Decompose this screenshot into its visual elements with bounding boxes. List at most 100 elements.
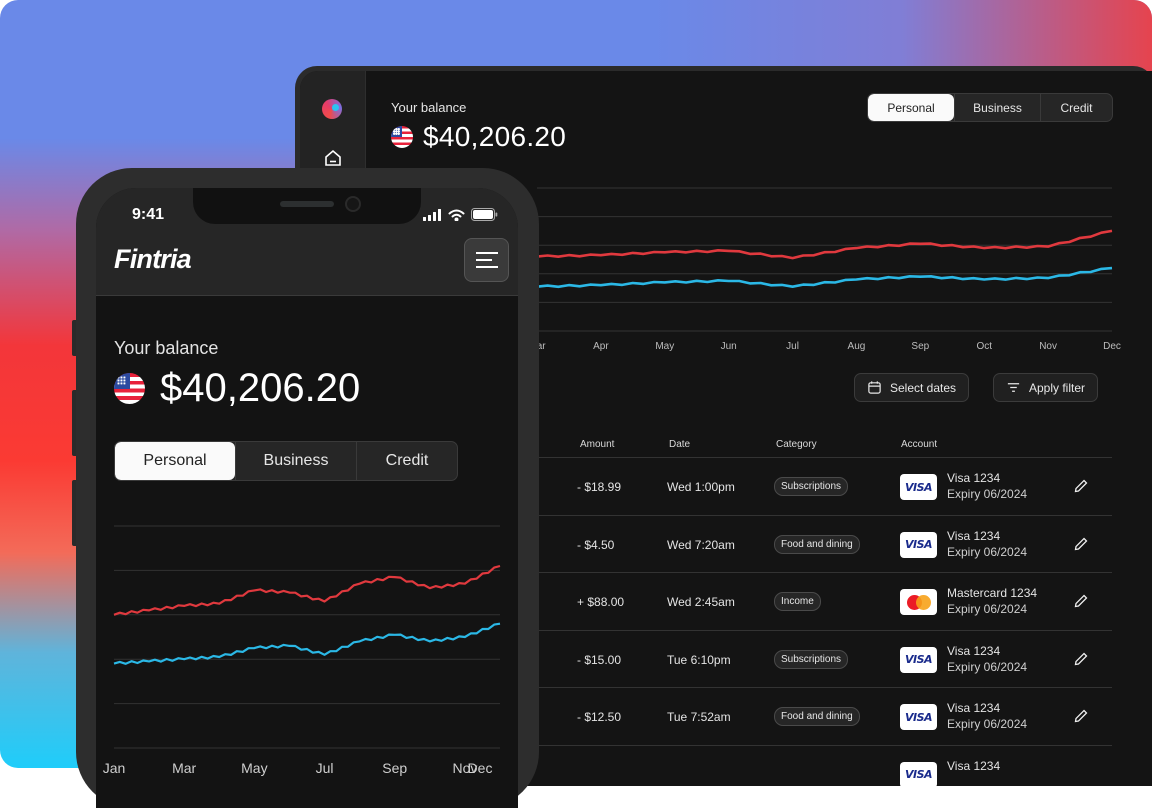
phone-camera: [345, 196, 361, 212]
x-axis-label: Mar: [172, 760, 197, 776]
series-line-red: [536, 229, 1113, 260]
x-axis-label: Aug: [847, 341, 866, 352]
visa-logo: VISA: [904, 768, 933, 781]
phone-mockup: 9:41 Fintria Your balance $40,206.20 Per…: [76, 168, 539, 808]
column-header-category[interactable]: Category: [776, 439, 817, 450]
visa-logo: VISA: [904, 653, 933, 666]
account-info: Visa 1234 Expiry 06/2024: [947, 528, 1027, 560]
app-brand-logo[interactable]: Fintria: [114, 244, 192, 275]
x-axis-label: Sep: [911, 341, 930, 352]
transaction-row[interactable]: - $12.50 Tue 7:52am Food and dining VISA Vis…: [537, 687, 1112, 745]
phone-balance-label: Your balance: [114, 338, 219, 358]
account-name: Visa 1234: [947, 528, 1001, 543]
edit-icon[interactable]: [1073, 651, 1089, 667]
category-badge[interactable]: Subscriptions: [774, 649, 849, 669]
hamburger-menu-icon: [475, 252, 498, 268]
x-axis-label: Dec: [467, 760, 493, 776]
phone-segment-business[interactable]: Business: [235, 442, 356, 480]
segment-personal[interactable]: Personal: [868, 94, 954, 121]
visa-card-icon: VISA: [900, 474, 937, 500]
account-info: Visa 1234 Expiry 06/2024: [947, 643, 1027, 675]
select-dates-button[interactable]: Select dates: [854, 373, 970, 402]
account-name: Visa 1234: [947, 643, 1001, 658]
phone-segment-credit[interactable]: Credit: [356, 442, 457, 480]
balance-value: $40,206.20: [423, 121, 567, 152]
transaction-row[interactable]: - $15.00 Tue 6:10pm Subscriptions VISA Visa …: [537, 629, 1112, 688]
x-axis-label: Oct: [976, 341, 992, 352]
transaction-row[interactable]: + $88.00 Wed 2:45am Income Mastercard 1234 E…: [537, 572, 1112, 630]
x-axis-label: May: [655, 341, 675, 352]
x-axis-label: Dec: [1103, 341, 1121, 352]
status-time: 9:41: [132, 206, 165, 223]
home-icon[interactable]: [324, 149, 342, 167]
account-type-segmented-control: Personal Business Credit: [867, 93, 1113, 122]
x-axis-label: Apr: [593, 341, 609, 352]
edit-icon[interactable]: [1073, 536, 1089, 552]
status-icons: [423, 208, 498, 221]
menu-button[interactable]: [464, 238, 509, 282]
phone-balance: $40,206.20: [114, 366, 360, 411]
x-axis-label: Sep: [382, 760, 408, 776]
app-logo-icon[interactable]: [322, 99, 342, 119]
x-axis-label: Nov: [1039, 341, 1058, 352]
segment-credit[interactable]: Credit: [1040, 94, 1112, 121]
account-name: Visa 1234: [947, 758, 1001, 773]
phone-balance-chart: Jan Mar May Jul Sep Nov Dec: [96, 518, 518, 808]
visa-card-icon: VISA: [900, 704, 937, 730]
visa-logo: VISA: [904, 480, 933, 494]
account-expiry: Expiry 06/2024: [947, 487, 1028, 501]
visa-card-icon: VISA: [900, 761, 937, 786]
phone-segment-personal[interactable]: Personal: [115, 442, 235, 480]
visa-logo: VISA: [904, 710, 933, 724]
series-line-blue: [113, 622, 501, 665]
transaction-row[interactable]: VISA Visa 1234: [537, 744, 1112, 786]
edit-icon[interactable]: [1073, 593, 1089, 609]
phone-header: 9:41 Fintria: [96, 188, 518, 296]
transaction-amount: - $18.99: [577, 480, 622, 494]
account-name: Visa 1234: [947, 701, 1001, 715]
filter-icon: [1007, 383, 1020, 392]
balance-label: Your balance: [391, 100, 467, 115]
category-badge[interactable]: Income: [774, 592, 821, 611]
battery-icon: [471, 208, 498, 221]
transaction-row[interactable]: - $18.99 Wed 1:00pm Subscriptions VISA Visa …: [537, 457, 1112, 515]
series-line-red: [113, 564, 501, 616]
transaction-row[interactable]: - $4.50 Wed 7:20am Food and dining VISA Visa…: [537, 514, 1112, 573]
series-line-blue: [536, 266, 1113, 289]
account-expiry: Expiry 06/2024: [947, 544, 1028, 559]
column-header-amount[interactable]: Amount: [580, 439, 614, 450]
balance: $40,206.20: [391, 121, 566, 153]
transaction-date: Wed 2:45am: [667, 595, 735, 609]
account-info: Visa 1234 Expiry 06/2024: [947, 700, 1027, 732]
category-badge[interactable]: Subscriptions: [774, 477, 849, 496]
x-axis-label: May: [241, 760, 268, 776]
transaction-date: Tue 6:10pm: [667, 652, 731, 667]
column-header-date[interactable]: Date: [669, 439, 690, 450]
phone-account-type-segmented-control: Personal Business Credit: [114, 441, 458, 481]
x-axis-label: Jul: [315, 760, 334, 776]
x-axis-label: Jan: [102, 760, 126, 776]
us-flag-icon: [391, 126, 413, 148]
segment-business[interactable]: Business: [954, 94, 1040, 121]
visa-logo: VISA: [904, 538, 933, 551]
phone-balance-value: $40,206.20: [160, 366, 361, 410]
account-name: Mastercard 1234: [947, 586, 1038, 600]
select-dates-label: Select dates: [890, 380, 957, 395]
transaction-amount: - $12.50: [577, 710, 622, 724]
account-info: Visa 1234: [947, 758, 1000, 774]
category-badge[interactable]: Food and dining: [774, 707, 860, 726]
transaction-date: Tue 7:52am: [667, 710, 731, 724]
apply-filter-button[interactable]: Apply filter: [993, 373, 1099, 402]
account-info: Mastercard 1234 Expiry 06/2024: [947, 585, 1037, 617]
x-axis-label: Jul: [786, 341, 799, 352]
mastercard-logo: [906, 594, 931, 610]
phone-speaker: [280, 201, 334, 207]
account-expiry: Expiry 06/2024: [947, 659, 1028, 674]
category-badge[interactable]: Food and dining: [774, 534, 860, 554]
edit-icon[interactable]: [1073, 708, 1089, 724]
column-header-account[interactable]: Account: [901, 439, 937, 450]
mastercard-icon: [900, 589, 937, 615]
x-axis-label: Jun: [720, 341, 737, 352]
edit-icon[interactable]: [1073, 478, 1089, 494]
apply-filter-label: Apply filter: [1029, 380, 1086, 395]
